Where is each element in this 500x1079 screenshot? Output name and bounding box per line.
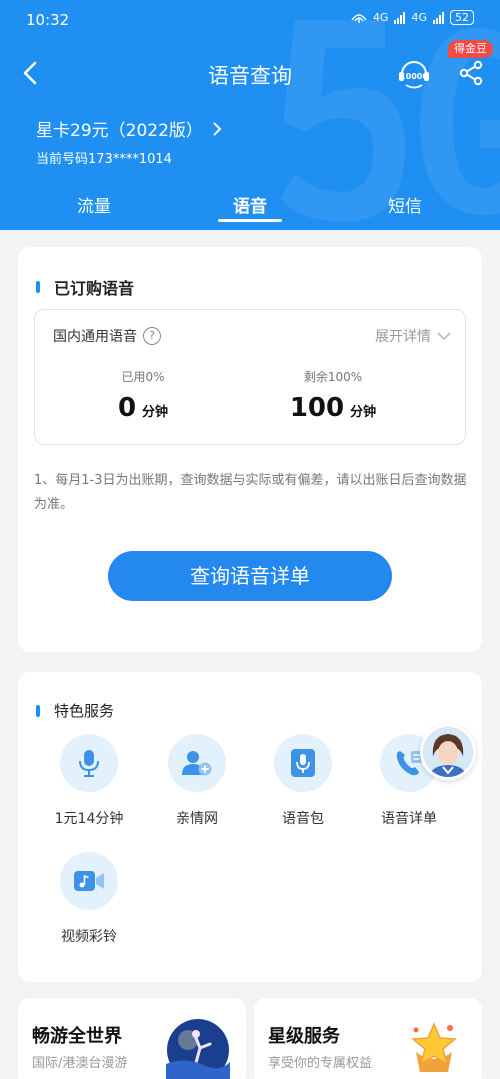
section-title-text: 已订购语音 — [54, 279, 135, 298]
network-type-a: 4G — [372, 11, 389, 24]
chevron-right-icon — [213, 121, 222, 136]
remaining-caption: 剩余100% — [303, 370, 363, 384]
used-unit: 分钟 — [142, 405, 169, 420]
svg-text:10000: 10000 — [400, 72, 428, 81]
network-type-b: 4G — [411, 11, 427, 24]
status-time: 10:32 — [26, 11, 70, 29]
voice-item-name: 国内通用语音 — [53, 329, 137, 345]
used-value: 0 — [117, 393, 137, 423]
tab-sms[interactable]: 短信 — [345, 192, 465, 217]
voice-usage-box: 国内通用语音 ? 展开详情 已用0% 0 分钟 剩余100% 100 分钟 — [34, 309, 466, 445]
remaining-stat: 剩余100% 100 分钟 — [233, 368, 433, 423]
microphone-icon — [60, 734, 118, 792]
gold-bean-badge[interactable]: 得金豆 — [448, 40, 493, 58]
promo-roaming[interactable]: 畅游全世界 国际/港澳台漫游 — [18, 998, 246, 1079]
signal-icon — [394, 11, 406, 24]
service-family-network[interactable]: 亲情网 — [142, 734, 252, 828]
plan-name: 星卡29元（2022版） — [36, 121, 203, 141]
nav-bar: 语音查询 10000 — [0, 52, 500, 96]
remaining-value: 100 — [289, 393, 345, 423]
service-label: 语音详单 — [381, 811, 437, 827]
tab-voice[interactable]: 语音 — [190, 192, 310, 217]
section-title-text: 特色服务 — [54, 702, 115, 720]
service-voice-package[interactable]: 语音包 — [248, 734, 358, 828]
used-caption: 已用0% — [121, 370, 165, 384]
title-accent-bar — [36, 281, 40, 293]
section-title: 特色服务 — [36, 700, 114, 721]
signal-icon-2 — [433, 11, 444, 24]
star-trophy-icon — [411, 1022, 457, 1072]
used-stat: 已用0% 0 分钟 — [43, 368, 243, 423]
voice-item-label: 国内通用语音 ? — [53, 326, 161, 346]
remaining-value-row: 100 分钟 — [233, 393, 433, 423]
customer-service-10000-icon[interactable]: 10000 — [396, 56, 432, 92]
promo-subtitle: 享受你的专属权益 — [268, 1056, 373, 1071]
battery-indicator: 52 — [450, 10, 474, 25]
promo-star-service[interactable]: 星级服务 享受你的专属权益 — [254, 998, 482, 1079]
video-ringtone-icon — [60, 852, 118, 910]
help-icon[interactable]: ? — [143, 327, 161, 345]
billing-note: 1、每月1-3日为出账期，查询数据与实际或有偏差，请以出账日后查询数据为准。 — [34, 473, 467, 512]
chevron-down-icon — [437, 332, 451, 341]
featured-services-card: 特色服务 1元14分钟 亲情网 语音包 语音详单 视频彩铃 — [18, 672, 482, 982]
section-title: 已订购语音 — [36, 275, 134, 299]
expand-details-label: 展开详情 — [375, 329, 431, 345]
service-1yuan-14min[interactable]: 1元14分钟 — [34, 734, 144, 828]
title-accent-bar — [36, 704, 40, 717]
subscribed-voice-card: 已订购语音 国内通用语音 ? 展开详情 已用0% 0 分钟 剩余100% 100 分… — [18, 247, 482, 652]
add-user-icon — [168, 734, 226, 792]
status-icons: 4G 4G 52 — [351, 10, 474, 25]
promo-title: 畅游全世界 — [32, 1026, 122, 1047]
service-label: 1元14分钟 — [54, 811, 124, 827]
tab-data[interactable]: 流量 — [34, 192, 154, 217]
header: 10:32 4G 4G 52 语音查询 10000 得金豆 星卡29元（2022 — [0, 0, 500, 230]
service-label: 亲情网 — [176, 811, 218, 827]
assistant-avatar[interactable] — [420, 724, 476, 780]
hotspot-icon — [351, 13, 367, 23]
status-bar: 10:32 4G 4G 52 — [0, 0, 500, 40]
active-tab-indicator — [218, 219, 282, 222]
service-label: 语音包 — [282, 811, 324, 827]
query-voice-detail-button[interactable]: 查询语音详单 — [108, 551, 392, 601]
used-value-row: 0 分钟 — [43, 393, 243, 423]
service-label: 视频彩铃 — [61, 929, 117, 945]
travel-illustration-icon — [166, 1019, 230, 1079]
current-phone-number: 当前号码173****1014 — [36, 152, 172, 167]
expand-details-button[interactable]: 展开详情 — [375, 326, 451, 346]
promo-title: 星级服务 — [268, 1026, 340, 1047]
plan-selector[interactable]: 星卡29元（2022版） — [36, 116, 223, 141]
share-icon[interactable] — [458, 60, 484, 86]
service-video-ringtone[interactable]: 视频彩铃 — [34, 852, 144, 946]
remaining-unit: 分钟 — [350, 405, 377, 420]
promo-subtitle: 国际/港澳台漫游 — [32, 1056, 128, 1071]
tab-bar: 流量 语音 短信 — [0, 188, 500, 230]
mic-package-icon — [274, 734, 332, 792]
